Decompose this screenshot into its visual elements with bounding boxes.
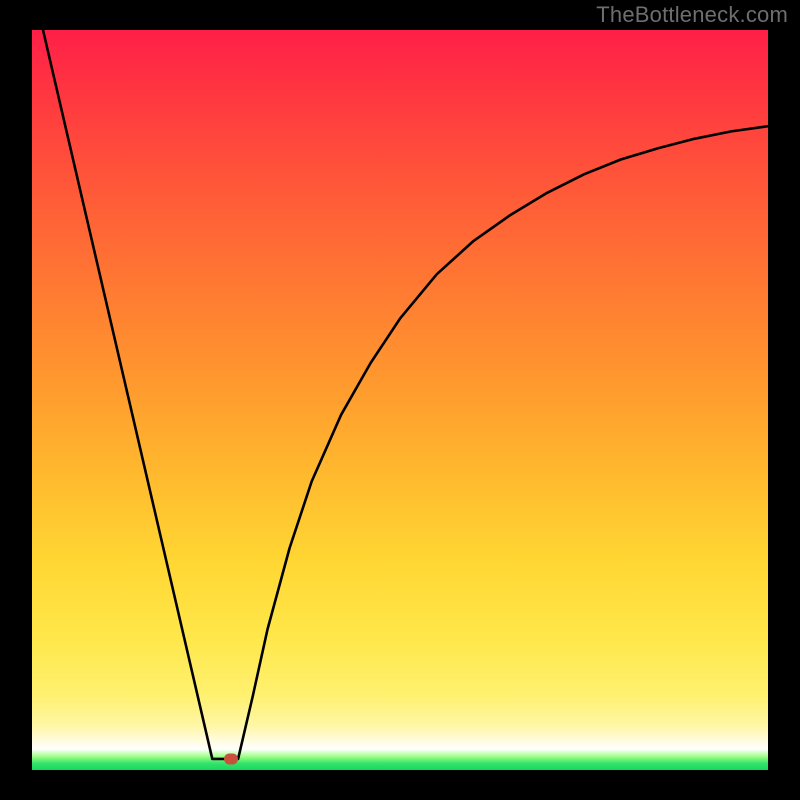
bottleneck-curve [32,30,768,770]
curve-path [43,30,768,759]
chart-frame: TheBottleneck.com [0,0,800,800]
optimal-point-marker [224,753,238,764]
plot-area [32,30,768,770]
watermark-text: TheBottleneck.com [596,2,788,28]
